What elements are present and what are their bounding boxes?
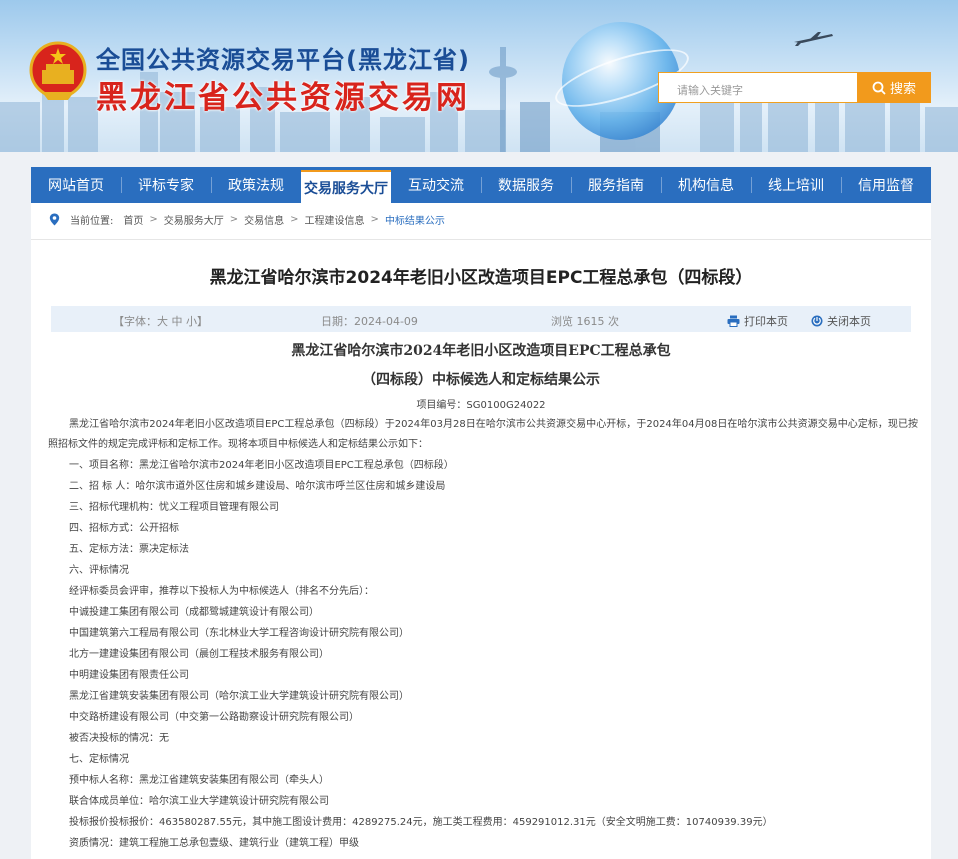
article-info-bar: 【字体：大 中 小】 日期：2024-04-09 浏览 1615 次 打印本页 … [51, 306, 911, 332]
nav-guide[interactable]: 服务指南 [571, 167, 661, 203]
location-pin-icon [49, 213, 60, 226]
candidate-item: 中明建设集团有限责任公司 [69, 670, 189, 681]
nav-credit[interactable]: 信用监督 [841, 167, 931, 203]
breadcrumb-separator: > [290, 214, 299, 225]
nav-training[interactable]: 线上培训 [751, 167, 841, 203]
candidate-item: 黑龙江省建筑安装集团有限公司（哈尔滨工业大学建筑设计研究院有限公司） [69, 691, 409, 702]
nav-trading-hall[interactable]: 交易服务大厅 [301, 170, 391, 203]
breadcrumb-separator: > [149, 214, 158, 225]
breadcrumb-home[interactable]: 首页 [123, 212, 143, 227]
breadcrumb-separator: > [229, 214, 239, 225]
body-line: 一、项目名称：黑龙江省哈尔滨市2024年老旧小区改造项目EPC工程总承包（四标段… [69, 460, 454, 471]
breadcrumb-trading-hall[interactable]: 交易服务大厅 [164, 212, 224, 227]
body-line: 二、招 标 人：哈尔滨市道外区住房和城乡建设局、哈尔滨市呼兰区住房和城乡建设局 [69, 481, 446, 492]
nav-experts[interactable]: 评标专家 [121, 167, 211, 203]
doc-heading-line1: 黑龙江省哈尔滨市2024年老旧小区改造项目EPC工程总承包 [291, 343, 671, 359]
site-banner: 全国公共资源交易平台(黑龙江省) 黑龙江省公共资源交易网 请输入关键字 搜索 [0, 0, 958, 152]
body-line: 被否决投标的情况：无 [69, 733, 169, 744]
breadcrumb-separator: > [370, 214, 379, 225]
body-line: 预中标人名称：黑龙江省建筑安装集团有限公司（牵头人） [69, 775, 329, 786]
search-button[interactable]: 搜索 [857, 72, 931, 103]
body-line: 四、招标方式：公开招标 [69, 523, 179, 534]
body-line: 经评标委员会评审，推荐以下投标人为中标候选人（排名不分先后）： [69, 586, 374, 597]
body-line: 投标报价投标报价：463580287.55元，其中施工图设计费用：4289275… [69, 817, 773, 828]
search-input[interactable]: 请输入关键字 [658, 72, 858, 103]
body-line: 七、定标情况 [69, 754, 129, 765]
nav-policies[interactable]: 政策法规 [211, 167, 301, 203]
announcement-body: 黑龙江省哈尔滨市2024年老旧小区改造项目EPC工程总承包（四标段）于2024年… [48, 415, 918, 854]
candidate-item: 北方一建建设集团有限公司（晨创工程技术服务有限公司） [69, 649, 329, 660]
close-label: 关闭本页 [827, 315, 871, 328]
body-line: 五、定标方法：票决定标法 [69, 544, 189, 555]
close-button[interactable]: 关闭本页 [811, 313, 871, 329]
site-title: 黑龙江省公共资源交易网 [96, 80, 470, 116]
candidate-item: 中交路桥建设有限公司（中交第一公路勘察设计研究院有限公司） [69, 712, 359, 723]
divider [31, 239, 931, 240]
close-circle-icon [811, 315, 823, 327]
candidate-item: 中诚投建工集团有限公司（成都鹭城建筑设计有限公司） [69, 607, 319, 618]
print-button[interactable]: 打印本页 [727, 313, 788, 329]
candidate-item: 中国建筑第六工程局有限公司（东北林业大学工程咨询设计研究院有限公司） [69, 628, 409, 639]
nav-data-service[interactable]: 数据服务 [481, 167, 571, 203]
national-emblem-icon [29, 41, 87, 100]
intro-paragraph: 黑龙江省哈尔滨市2024年老旧小区改造项目EPC工程总承包（四标段）于2024年… [48, 419, 918, 450]
main-nav: 网站首页 评标专家 政策法规 交易服务大厅 互动交流 数据服务 服务指南 机构信… [31, 167, 931, 203]
platform-title: 全国公共资源交易平台(黑龙江省) [96, 46, 470, 74]
page-title: 黑龙江省哈尔滨市2024年老旧小区改造项目EPC工程总承包（四标段） [209, 268, 753, 288]
nav-home[interactable]: 网站首页 [31, 167, 121, 203]
publish-date: 日期：2024-04-09 [321, 315, 418, 328]
print-label: 打印本页 [744, 315, 788, 328]
view-count: 浏览 1615 次 [551, 315, 619, 328]
body-line: 资质情况：建筑工程施工总承包壹级、建筑行业（建筑工程）甲级 [69, 838, 359, 849]
body-line: 三、招标代理机构：忧义工程项目管理有限公司 [69, 502, 279, 513]
nav-interaction[interactable]: 互动交流 [391, 167, 481, 203]
doc-heading-line2: （四标段）中标候选人和定标结果公示 [362, 372, 600, 388]
breadcrumb: 当前位置: 首页 > 交易服务大厅 > 交易信息 > 工程建设信息 > 中标结果… [49, 212, 445, 227]
breadcrumb-current[interactable]: 中标结果公示 [385, 212, 445, 227]
printer-icon [727, 315, 740, 327]
project-number: 项目编号：SG0100G24022 [416, 400, 546, 411]
content-panel: 当前位置: 首页 > 交易服务大厅 > 交易信息 > 工程建设信息 > 中标结果… [31, 203, 931, 859]
airplane-icon [794, 32, 833, 46]
breadcrumb-prefix: 当前位置: [70, 216, 114, 227]
breadcrumb-construction-info[interactable]: 工程建设信息 [305, 212, 365, 227]
nav-institutions[interactable]: 机构信息 [661, 167, 751, 203]
body-line: 六、评标情况 [69, 565, 129, 576]
breadcrumb-trading-info[interactable]: 交易信息 [244, 212, 284, 227]
search-icon [872, 81, 886, 95]
font-size-control[interactable]: 【字体：大 中 小】 [113, 313, 208, 329]
body-line: 联合体成员单位：哈尔滨工业大学建筑设计研究院有限公司 [69, 796, 329, 807]
search-button-label: 搜索 [889, 82, 916, 97]
